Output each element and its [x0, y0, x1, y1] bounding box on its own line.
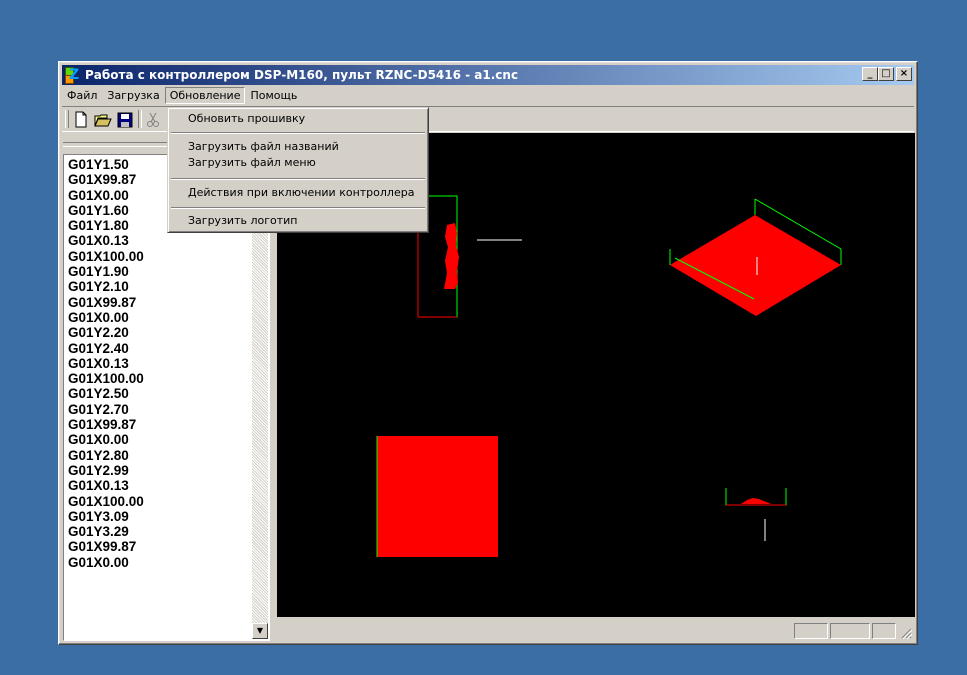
menu-item-update-firmware[interactable]: Обновить прошивку: [188, 112, 305, 125]
list-item[interactable]: G01Y3.09: [66, 509, 252, 524]
menu-update[interactable]: Обновление: [164, 87, 246, 104]
list-item[interactable]: G01Y1.90: [66, 264, 252, 279]
status-panel-3: [872, 623, 896, 639]
list-item[interactable]: G01X99.87: [66, 539, 252, 554]
update-menu-dropdown: Обновить прошивку Загрузить файл названи…: [167, 107, 429, 233]
list-item[interactable]: G01X0.00: [66, 555, 252, 570]
resize-grip-icon[interactable]: [900, 627, 912, 639]
list-item[interactable]: G01Y2.50: [66, 386, 252, 401]
new-file-icon[interactable]: [72, 111, 90, 128]
menu-item-load-menu-file[interactable]: Загрузить файл меню: [188, 156, 316, 169]
status-bar: [62, 621, 914, 641]
list-item[interactable]: G01Y2.20: [66, 325, 252, 340]
app-icon: Z: [65, 67, 81, 84]
list-item[interactable]: G01Y3.29: [66, 524, 252, 539]
menu-bar: Файл Загрузка Обновление Помощь: [62, 86, 914, 105]
menu-separator: [171, 178, 425, 180]
menu-item-load-names-file[interactable]: Загрузить файл названий: [188, 140, 339, 153]
menu-separator: [171, 207, 425, 209]
list-item[interactable]: G01Y2.99: [66, 463, 252, 478]
list-item[interactable]: G01X0.00: [66, 432, 252, 447]
side-view-fill: [741, 498, 771, 504]
status-panel-2: [830, 623, 870, 639]
list-item[interactable]: G01X0.00: [66, 310, 252, 325]
menu-item-load-logo[interactable]: Загрузить логотип: [188, 214, 297, 227]
list-item[interactable]: G01X99.87: [66, 417, 252, 432]
title-bar[interactable]: Z Работа с контроллером DSP-M160, пульт …: [62, 65, 914, 85]
menu-help[interactable]: Помощь: [245, 87, 302, 104]
cut-icon[interactable]: [144, 111, 162, 128]
list-item[interactable]: G01X0.13: [66, 356, 252, 371]
open-folder-icon[interactable]: [94, 111, 112, 128]
list-item[interactable]: G01Y2.10: [66, 279, 252, 294]
list-item[interactable]: G01X99.87: [66, 295, 252, 310]
close-button[interactable]: ×: [896, 67, 912, 81]
menu-separator: [171, 132, 425, 134]
list-item[interactable]: G01Y2.70: [66, 402, 252, 417]
save-icon[interactable]: [116, 111, 134, 128]
menu-item-power-on-actions[interactable]: Действия при включении контроллера: [188, 186, 414, 199]
list-item[interactable]: G01Y2.40: [66, 341, 252, 356]
window-title: Работа с контроллером DSP-M160, пульт RZ…: [85, 68, 519, 82]
menu-load[interactable]: Загрузка: [102, 87, 164, 104]
menu-file[interactable]: Файл: [62, 87, 102, 104]
list-item[interactable]: G01X100.00: [66, 371, 252, 386]
list-item[interactable]: G01X0.13: [66, 233, 252, 248]
list-item[interactable]: G01X0.13: [66, 478, 252, 493]
top-view-fill: [444, 223, 459, 289]
minimize-button[interactable]: _: [862, 67, 878, 81]
list-item[interactable]: G01X100.00: [66, 249, 252, 264]
status-panel-1: [794, 623, 828, 639]
front-view-fill: [377, 436, 498, 557]
iso-view-fill: [670, 215, 841, 316]
list-item[interactable]: G01Y2.80: [66, 448, 252, 463]
list-item[interactable]: G01X100.00: [66, 494, 252, 509]
maximize-button[interactable]: □: [878, 67, 894, 81]
